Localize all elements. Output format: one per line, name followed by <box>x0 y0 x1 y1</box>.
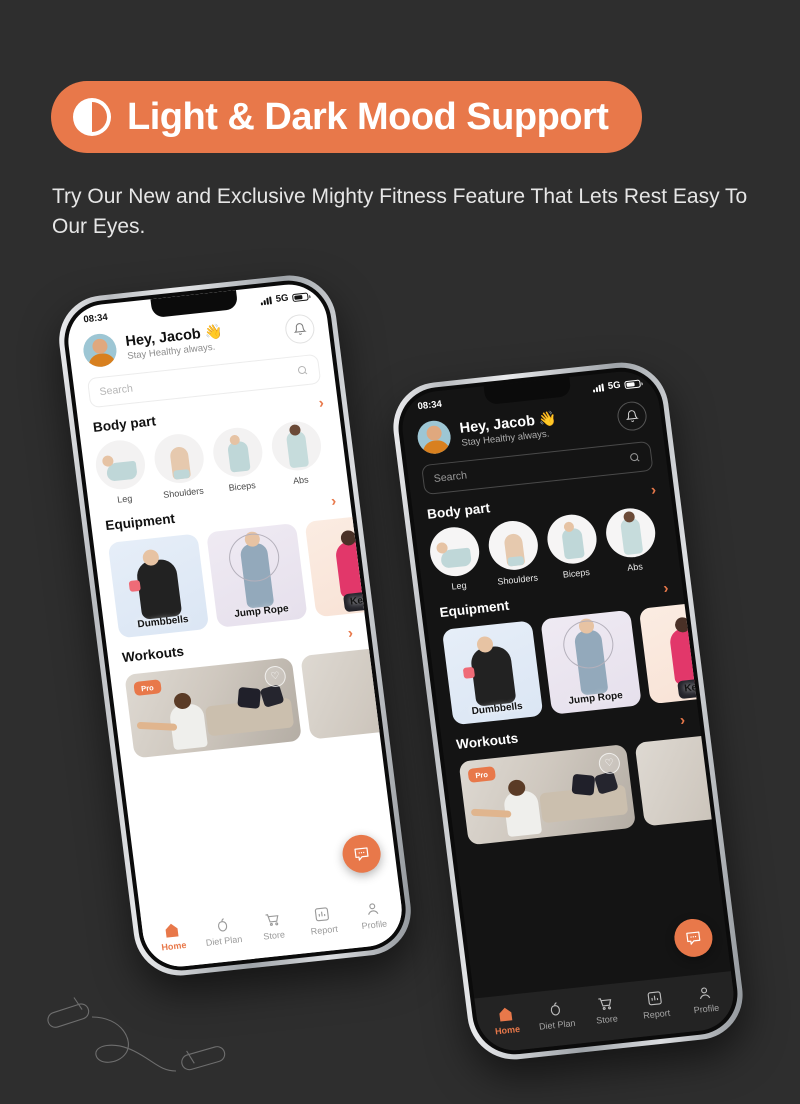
nav-label: Store <box>262 929 286 942</box>
chevron-right-icon[interactable]: › <box>318 394 325 411</box>
contrast-half-circle-icon <box>73 98 111 136</box>
bottom-nav: Home Diet Plan Store Report Profile <box>140 886 407 971</box>
body-part-item[interactable]: Shoulders <box>151 431 209 501</box>
equipment-card[interactable]: Dumbbells <box>441 620 544 726</box>
nav-item-report[interactable]: Report <box>629 987 682 1022</box>
greeting-block: Hey, Jacob 👋 Stay Healthy always. <box>459 403 620 449</box>
body-part-item[interactable]: Biceps <box>544 512 602 581</box>
chevron-right-icon[interactable]: › <box>330 493 337 510</box>
bell-icon[interactable] <box>615 400 649 433</box>
battery-icon <box>291 291 309 302</box>
equipment-card[interactable]: Jump Rope <box>540 609 642 715</box>
search-icon <box>630 453 640 462</box>
person-icon <box>363 899 382 918</box>
workout-card[interactable]: Pro ♡ <box>458 744 637 846</box>
nav-item-home[interactable]: Home <box>480 1003 533 1038</box>
nav-label: Report <box>642 1007 671 1021</box>
phone-mockup-dark: 08:34 5G Hey, Jacob 👋 Stay Healthy alway… <box>388 358 748 1064</box>
status-badge: Pro <box>133 679 162 697</box>
search-icon <box>297 365 308 375</box>
chart-bars-icon <box>313 904 332 923</box>
body-part-item[interactable]: Abs <box>603 505 660 575</box>
apple-icon <box>212 915 231 934</box>
nav-label: Diet Plan <box>538 1017 577 1032</box>
bottom-nav: Home Diet Plan Store Report Profile <box>474 971 738 1055</box>
cart-icon <box>263 910 282 929</box>
status-time: 08:34 <box>417 398 443 413</box>
chat-bubble-icon[interactable] <box>340 832 383 875</box>
avatar[interactable] <box>81 332 119 369</box>
nav-item-diet-plan[interactable]: Diet Plan <box>196 913 249 948</box>
banner-subtitle: Try Our New and Exclusive Mighty Fitness… <box>52 185 748 238</box>
apple-icon <box>546 999 565 1018</box>
heart-icon[interactable]: ♡ <box>597 751 622 775</box>
phone-bezel: 08:34 5G Hey, Jacob 👋 Stay Healthy alway… <box>59 276 411 975</box>
phone-mockup-light: 08:34 5G Hey, Jacob 👋 Stay Healthy alway… <box>53 270 417 981</box>
network-label: 5G <box>275 292 290 305</box>
nav-item-report[interactable]: Report <box>296 903 349 938</box>
body-part-item[interactable]: Shoulders <box>485 518 543 587</box>
chevron-right-icon[interactable]: › <box>679 712 686 729</box>
phone-bezel: 08:34 5G Hey, Jacob 👋 Stay Healthy alway… <box>393 363 743 1059</box>
equipment-card[interactable]: Kett <box>638 599 738 705</box>
cart-icon <box>595 994 614 1013</box>
banner-title: Light & Dark Mood Support <box>127 95 609 138</box>
app-screen-light: 08:34 5G Hey, Jacob 👋 Stay Healthy alway… <box>63 280 407 971</box>
status-badge: Pro <box>467 766 496 783</box>
body-part-item[interactable]: Abs <box>269 419 326 488</box>
nav-item-store[interactable]: Store <box>579 992 632 1027</box>
workout-card[interactable] <box>634 725 738 827</box>
status-time: 08:34 <box>82 311 109 326</box>
nav-item-store[interactable]: Store <box>246 908 299 943</box>
nav-item-profile[interactable]: Profile <box>346 897 399 932</box>
equipment-card[interactable]: Dumbbells <box>107 533 210 639</box>
nav-label: Home <box>494 1023 521 1037</box>
chevron-right-icon[interactable]: › <box>650 482 657 499</box>
nav-item-profile[interactable]: Profile <box>678 981 731 1016</box>
feature-banner: Light & Dark Mood Support <box>51 81 643 153</box>
avatar[interactable] <box>415 419 453 456</box>
app-screen-dark: 08:34 5G Hey, Jacob 👋 Stay Healthy alway… <box>398 367 738 1055</box>
nav-label: Store <box>595 1013 619 1026</box>
heart-icon[interactable]: ♡ <box>263 664 287 689</box>
greeting-block: Hey, Jacob 👋 Stay Healthy always. <box>124 316 287 362</box>
nav-label: Report <box>310 923 339 937</box>
promo-page: Light & Dark Mood Support Try Our New an… <box>0 0 800 1104</box>
body-part-item[interactable]: Leg <box>427 524 484 594</box>
chat-bubble-icon[interactable] <box>672 917 715 959</box>
home-icon <box>162 921 181 940</box>
chevron-right-icon[interactable]: › <box>347 625 354 642</box>
signal-bars-icon <box>260 295 273 305</box>
nav-label: Profile <box>693 1002 720 1016</box>
workout-card[interactable] <box>300 638 407 740</box>
nav-label: Profile <box>361 918 388 932</box>
chart-bars-icon <box>645 989 664 1008</box>
nav-label: Home <box>160 939 187 953</box>
signal-bars-icon <box>593 382 605 393</box>
bell-icon[interactable] <box>283 313 317 345</box>
person-icon <box>695 983 714 1002</box>
equipment-card[interactable]: Jump Rope <box>206 522 308 628</box>
jump-rope-outline-icon <box>47 997 226 1072</box>
home-icon <box>496 1004 515 1023</box>
battery-icon <box>624 379 641 389</box>
nav-item-diet-plan[interactable]: Diet Plan <box>529 997 582 1032</box>
network-label: 5G <box>607 379 622 392</box>
nav-item-home[interactable]: Home <box>146 919 199 954</box>
nav-label: Diet Plan <box>205 933 243 948</box>
body-part-item[interactable]: Leg <box>93 437 150 507</box>
chevron-right-icon[interactable]: › <box>662 580 669 597</box>
body-part-item[interactable]: Biceps <box>210 425 267 494</box>
equipment-card[interactable]: Kett <box>304 512 407 618</box>
workout-card[interactable]: Pro ♡ <box>124 657 302 759</box>
